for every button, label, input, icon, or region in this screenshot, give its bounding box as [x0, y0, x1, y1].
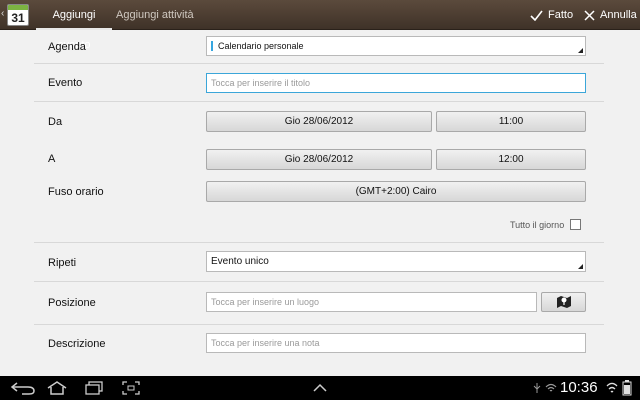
timezone-label: Fuso orario — [48, 186, 104, 198]
location-label: Posizione — [48, 297, 96, 309]
divider — [34, 242, 604, 243]
calendar-day-number: 31 — [11, 11, 25, 25]
location-placeholder: Tocca per inserire un luogo — [211, 297, 320, 307]
clock: 10:36 — [560, 379, 598, 396]
event-title-placeholder: Tocca per inserire il titolo — [211, 78, 311, 88]
event-title-input[interactable]: Tocca per inserire il titolo — [206, 73, 586, 93]
close-icon — [584, 9, 595, 21]
location-input[interactable]: Tocca per inserire un luogo — [206, 292, 537, 312]
tab-add-event[interactable]: Aggiungi evento — [36, 0, 112, 51]
description-label: Descrizione — [48, 338, 106, 350]
cancel-button[interactable]: Annulla — [584, 0, 637, 30]
agenda-label: Agenda — [48, 41, 86, 53]
back-caret-icon[interactable]: ‹ — [1, 8, 4, 19]
repeat-label: Ripeti — [48, 257, 77, 269]
all-day-checkbox[interactable] — [570, 219, 581, 230]
description-input[interactable]: Tocca per inserire una nota — [206, 333, 586, 353]
to-time-button[interactable]: 12:00 — [436, 149, 586, 170]
wifi-icon — [545, 383, 557, 392]
home-icon[interactable] — [46, 380, 68, 396]
agenda-select[interactable]: Calendario personale — [206, 36, 586, 56]
usb-icon — [533, 383, 541, 393]
wifi-signal-icon — [606, 382, 618, 393]
to-date-button[interactable]: Gio 28/06/2012 — [206, 149, 432, 170]
check-icon — [530, 10, 543, 21]
from-date-button[interactable]: Gio 28/06/2012 — [206, 111, 432, 132]
repeat-value: Evento unico — [211, 256, 269, 267]
divider — [34, 101, 604, 102]
description-placeholder: Tocca per inserire una nota — [211, 338, 320, 348]
repeat-select[interactable]: Evento unico — [206, 251, 586, 272]
tab-add-task[interactable]: Aggiungi attività — [116, 0, 194, 30]
chevron-up-icon[interactable] — [312, 383, 328, 393]
from-time-button[interactable]: 11:00 — [436, 111, 586, 132]
from-label: Da — [48, 116, 63, 128]
map-button[interactable] — [541, 292, 586, 312]
cancel-label: Annulla — [600, 9, 637, 21]
divider — [34, 63, 604, 64]
screenshot-icon[interactable] — [122, 381, 140, 395]
agenda-color-bar — [211, 41, 213, 51]
map-icon — [556, 296, 571, 308]
all-day-label: Tutto il giorno — [510, 220, 565, 230]
timezone-button[interactable]: (GMT+2:00) Cairo — [206, 181, 586, 202]
dropdown-corner-icon — [578, 264, 583, 269]
agenda-value: Calendario personale — [218, 41, 304, 51]
action-bar: ‹ 31 Aggiungi evento Aggiungi attività F… — [0, 0, 640, 51]
divider — [34, 281, 604, 282]
done-button[interactable]: Fatto — [530, 0, 573, 30]
calendar-app-icon[interactable]: 31 — [7, 4, 29, 26]
dropdown-corner-icon — [578, 48, 583, 53]
to-label: A — [48, 153, 56, 165]
back-icon[interactable] — [10, 381, 36, 395]
recent-apps-icon[interactable] — [84, 381, 104, 395]
divider — [34, 324, 604, 325]
battery-icon — [622, 380, 632, 396]
system-navigation-bar: 10:36 — [0, 376, 640, 400]
done-label: Fatto — [548, 9, 574, 21]
event-label: Evento — [48, 77, 83, 89]
